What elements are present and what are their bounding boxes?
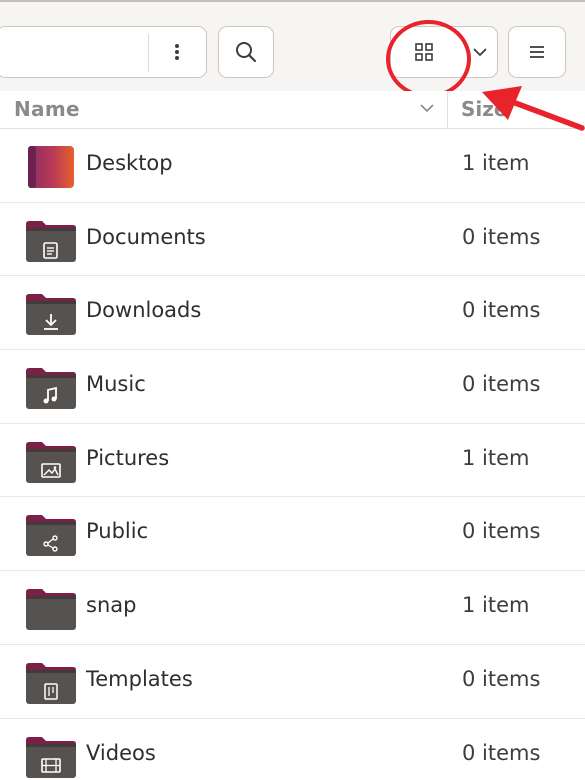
list-item[interactable]: Downloads 0 items (0, 276, 585, 351)
file-size: 1 item (462, 593, 530, 618)
list-column-header: Name Size (0, 91, 585, 129)
music-folder-icon (26, 368, 76, 410)
list-item[interactable]: Pictures 1 item (0, 424, 585, 498)
list-item[interactable]: Public 0 items (0, 497, 585, 572)
vertical-ellipsis-icon (175, 44, 179, 60)
name-column-header[interactable]: Name (14, 97, 80, 121)
file-size: 0 items (462, 298, 541, 323)
desktop-folder-icon (28, 146, 74, 188)
file-name: Desktop (86, 151, 173, 175)
list-item[interactable]: snap 1 item (0, 571, 585, 645)
list-item[interactable]: Documents 0 items (0, 203, 585, 277)
videos-folder-icon (26, 736, 76, 778)
hamburger-menu-icon (530, 46, 544, 58)
view-toggle-button[interactable] (390, 26, 470, 78)
column-separator[interactable] (447, 91, 448, 129)
file-size: 0 items (462, 666, 541, 691)
pictures-folder-icon (26, 441, 76, 483)
search-button[interactable] (218, 26, 274, 78)
file-size: 0 items (462, 740, 541, 765)
file-manager-window: Name Size Desktop 1 item Documents 0 ite… (0, 0, 585, 780)
documents-folder-icon (26, 220, 76, 262)
templates-folder-icon (26, 662, 76, 704)
path-bar-separator (148, 34, 149, 72)
list-item[interactable]: Templates 0 items (0, 645, 585, 719)
file-name: snap (86, 593, 137, 618)
path-bar[interactable] (0, 26, 207, 78)
file-name: Public (86, 519, 149, 544)
file-size: 0 items (462, 224, 541, 249)
file-name: Pictures (86, 445, 170, 470)
size-column-header[interactable]: Size (461, 97, 507, 121)
chevron-down-icon (472, 48, 487, 57)
list-item[interactable]: Desktop 1 item (0, 129, 585, 203)
file-size: 1 item (462, 151, 530, 175)
search-icon (236, 42, 257, 63)
file-list: Desktop 1 item Documents 0 items Downloa… (0, 129, 585, 780)
file-name: Downloads (86, 298, 202, 323)
main-menu-button[interactable] (508, 26, 566, 78)
folder-icon (26, 589, 76, 631)
list-item[interactable]: Music 0 items (0, 350, 585, 424)
grid-view-icon (415, 43, 433, 61)
file-name: Music (86, 372, 146, 397)
header-bar (0, 0, 585, 98)
file-size: 1 item (462, 445, 530, 470)
file-name: Videos (86, 740, 156, 765)
sort-chevron-down-icon[interactable] (418, 99, 436, 117)
file-size: 0 items (462, 519, 541, 544)
path-menu-button[interactable] (153, 30, 201, 74)
downloads-folder-icon (26, 294, 76, 336)
file-name: Templates (86, 666, 193, 691)
list-item[interactable]: Videos 0 items (0, 719, 585, 780)
file-size: 0 items (462, 372, 541, 397)
public-folder-icon (26, 515, 76, 557)
file-name: Documents (86, 224, 206, 249)
view-options-dropdown-button[interactable] (462, 26, 498, 78)
